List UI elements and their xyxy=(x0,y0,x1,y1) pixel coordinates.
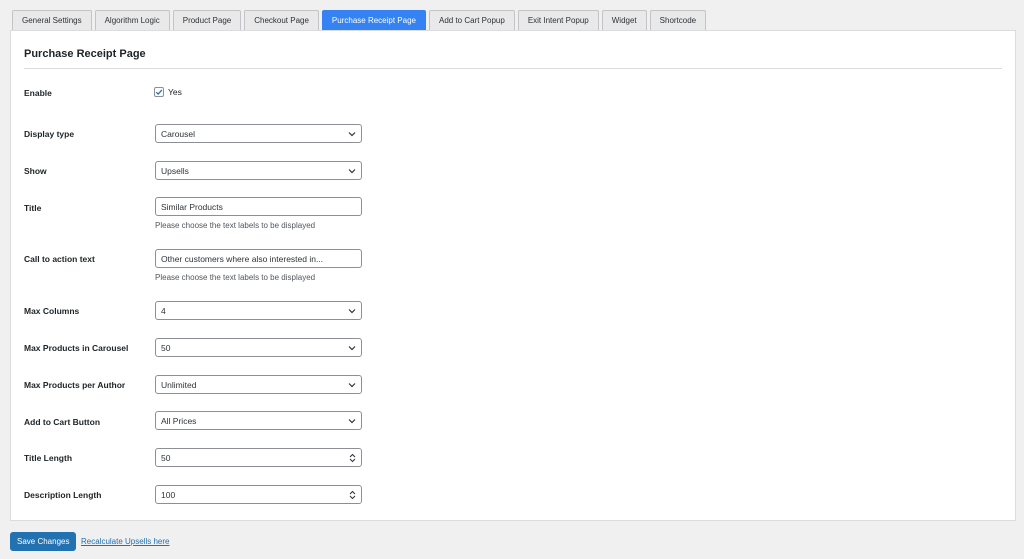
cta-text-label: Call to action text xyxy=(24,254,95,264)
title-input-value: Similar Products xyxy=(161,201,223,212)
page-title: Purchase Receipt Page xyxy=(24,48,146,60)
tab-purchase-receipt-page[interactable]: Purchase Receipt Page xyxy=(321,10,426,30)
chevron-down-icon xyxy=(348,418,356,423)
description-length-number-input[interactable]: 100 xyxy=(155,485,362,504)
settings-panel: Purchase Receipt Page Enable Yes Display… xyxy=(10,30,1016,521)
tab-general-settings[interactable]: General Settings xyxy=(12,10,92,30)
chevron-down-icon xyxy=(348,131,356,136)
tab-exit-intent-popup[interactable]: Exit Intent Popup xyxy=(517,10,599,30)
max-products-carousel-label: Max Products in Carousel xyxy=(24,343,129,353)
title-length-number-input[interactable]: 50 xyxy=(155,448,362,467)
title-divider xyxy=(24,68,1002,69)
title-length-label: Title Length xyxy=(24,453,73,463)
max-products-author-label: Max Products per Author xyxy=(24,380,126,390)
add-to-cart-button-label: Add to Cart Button xyxy=(24,417,101,427)
show-select[interactable]: Upsells xyxy=(155,161,362,180)
add-to-cart-button-select[interactable]: All Prices xyxy=(155,411,362,430)
title-input[interactable]: Similar Products xyxy=(155,197,362,216)
add-to-cart-button-value: All Prices xyxy=(161,415,197,426)
settings-tabs: General Settings Algorithm Logic Product… xyxy=(12,10,707,30)
description-length-label: Description Length xyxy=(24,490,102,500)
show-value: Upsells xyxy=(161,165,189,176)
display-type-value: Carousel xyxy=(161,128,196,139)
max-products-carousel-select[interactable]: 50 xyxy=(155,338,362,357)
tab-algorithm-logic[interactable]: Algorithm Logic xyxy=(94,10,170,30)
chevron-down-icon xyxy=(348,308,356,313)
tab-widget[interactable]: Widget xyxy=(601,10,647,30)
save-changes-button[interactable]: Save Changes xyxy=(10,532,77,551)
cta-text-input[interactable]: Other customers where also interested in… xyxy=(155,249,362,268)
display-type-label: Display type xyxy=(24,129,75,139)
enable-label: Enable xyxy=(24,88,52,98)
checkmark-icon xyxy=(155,89,163,96)
tab-shortcode[interactable]: Shortcode xyxy=(649,10,707,30)
max-columns-select[interactable]: 4 xyxy=(155,301,362,320)
max-columns-label: Max Columns xyxy=(24,306,80,316)
tab-add-to-cart-popup[interactable]: Add to Cart Popup xyxy=(428,10,515,30)
tab-product-page[interactable]: Product Page xyxy=(172,10,242,30)
enable-option-label: Yes xyxy=(168,87,182,97)
show-label: Show xyxy=(24,166,47,176)
enable-checkbox[interactable] xyxy=(154,87,164,97)
title-help-text: Please choose the text labels to be disp… xyxy=(155,221,316,230)
chevron-down-icon xyxy=(348,382,356,387)
recalculate-upsells-link[interactable]: Recalculate Upsells here xyxy=(81,537,170,546)
title-length-value: 50 xyxy=(161,452,171,463)
cta-text-help-text: Please choose the text labels to be disp… xyxy=(155,273,316,282)
max-columns-value: 4 xyxy=(161,305,166,316)
title-label: Title xyxy=(24,203,42,213)
description-length-value: 100 xyxy=(161,489,176,500)
spinner-arrows-icon[interactable] xyxy=(349,490,356,500)
spinner-arrows-icon[interactable] xyxy=(349,453,356,463)
tab-checkout-page[interactable]: Checkout Page xyxy=(244,10,319,30)
max-products-author-select[interactable]: Unlimited xyxy=(155,375,362,394)
chevron-down-icon xyxy=(348,168,356,173)
chevron-down-icon xyxy=(348,345,356,350)
max-products-carousel-value: 50 xyxy=(161,342,171,353)
display-type-select[interactable]: Carousel xyxy=(155,124,362,143)
max-products-author-value: Unlimited xyxy=(161,379,197,390)
cta-text-input-value: Other customers where also interested in… xyxy=(161,253,324,264)
